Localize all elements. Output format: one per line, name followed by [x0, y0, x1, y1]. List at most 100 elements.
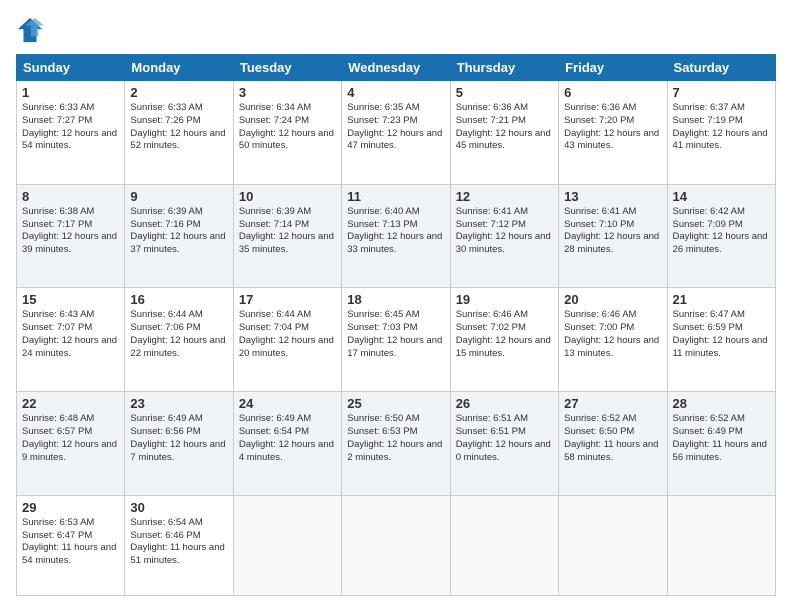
page: SundayMondayTuesdayWednesdayThursdayFrid… — [0, 0, 792, 612]
day-number: 16 — [130, 292, 227, 307]
cell-info: Sunrise: 6:34 AMSunset: 7:24 PMDaylight:… — [239, 102, 334, 151]
cell-info: Sunrise: 6:44 AMSunset: 7:04 PMDaylight:… — [239, 309, 334, 358]
weekday-header: Saturday — [667, 55, 775, 81]
calendar-cell: 3 Sunrise: 6:34 AMSunset: 7:24 PMDayligh… — [233, 81, 341, 185]
cell-info: Sunrise: 6:43 AMSunset: 7:07 PMDaylight:… — [22, 309, 117, 358]
day-number: 27 — [564, 396, 661, 411]
calendar-table: SundayMondayTuesdayWednesdayThursdayFrid… — [16, 54, 776, 596]
calendar-cell: 25 Sunrise: 6:50 AMSunset: 6:53 PMDaylig… — [342, 392, 450, 496]
calendar-cell — [450, 495, 558, 595]
cell-info: Sunrise: 6:33 AMSunset: 7:27 PMDaylight:… — [22, 102, 117, 151]
calendar-week-row: 1 Sunrise: 6:33 AMSunset: 7:27 PMDayligh… — [17, 81, 776, 185]
day-number: 1 — [22, 85, 119, 100]
calendar-cell: 11 Sunrise: 6:40 AMSunset: 7:13 PMDaylig… — [342, 184, 450, 288]
calendar-cell: 23 Sunrise: 6:49 AMSunset: 6:56 PMDaylig… — [125, 392, 233, 496]
cell-info: Sunrise: 6:39 AMSunset: 7:14 PMDaylight:… — [239, 206, 334, 255]
calendar-cell: 19 Sunrise: 6:46 AMSunset: 7:02 PMDaylig… — [450, 288, 558, 392]
cell-info: Sunrise: 6:49 AMSunset: 6:56 PMDaylight:… — [130, 413, 225, 462]
cell-info: Sunrise: 6:47 AMSunset: 6:59 PMDaylight:… — [673, 309, 768, 358]
calendar-cell: 7 Sunrise: 6:37 AMSunset: 7:19 PMDayligh… — [667, 81, 775, 185]
day-number: 11 — [347, 189, 444, 204]
cell-info: Sunrise: 6:35 AMSunset: 7:23 PMDaylight:… — [347, 102, 442, 151]
calendar-cell — [667, 495, 775, 595]
calendar-cell — [342, 495, 450, 595]
calendar-cell: 2 Sunrise: 6:33 AMSunset: 7:26 PMDayligh… — [125, 81, 233, 185]
weekday-header: Tuesday — [233, 55, 341, 81]
calendar-cell: 26 Sunrise: 6:51 AMSunset: 6:51 PMDaylig… — [450, 392, 558, 496]
cell-info: Sunrise: 6:36 AMSunset: 7:21 PMDaylight:… — [456, 102, 551, 151]
day-number: 24 — [239, 396, 336, 411]
cell-info: Sunrise: 6:39 AMSunset: 7:16 PMDaylight:… — [130, 206, 225, 255]
day-number: 10 — [239, 189, 336, 204]
calendar-week-row: 8 Sunrise: 6:38 AMSunset: 7:17 PMDayligh… — [17, 184, 776, 288]
weekday-header: Thursday — [450, 55, 558, 81]
day-number: 4 — [347, 85, 444, 100]
day-number: 29 — [22, 500, 119, 515]
weekday-header: Sunday — [17, 55, 125, 81]
cell-info: Sunrise: 6:49 AMSunset: 6:54 PMDaylight:… — [239, 413, 334, 462]
cell-info: Sunrise: 6:52 AMSunset: 6:49 PMDaylight:… — [673, 413, 767, 462]
day-number: 9 — [130, 189, 227, 204]
calendar-cell: 24 Sunrise: 6:49 AMSunset: 6:54 PMDaylig… — [233, 392, 341, 496]
calendar-cell: 8 Sunrise: 6:38 AMSunset: 7:17 PMDayligh… — [17, 184, 125, 288]
calendar-week-row: 29 Sunrise: 6:53 AMSunset: 6:47 PMDaylig… — [17, 495, 776, 595]
calendar-cell — [233, 495, 341, 595]
cell-info: Sunrise: 6:41 AMSunset: 7:12 PMDaylight:… — [456, 206, 551, 255]
calendar-cell: 21 Sunrise: 6:47 AMSunset: 6:59 PMDaylig… — [667, 288, 775, 392]
day-number: 13 — [564, 189, 661, 204]
day-number: 28 — [673, 396, 770, 411]
cell-info: Sunrise: 6:46 AMSunset: 7:02 PMDaylight:… — [456, 309, 551, 358]
calendar-cell — [559, 495, 667, 595]
cell-info: Sunrise: 6:46 AMSunset: 7:00 PMDaylight:… — [564, 309, 659, 358]
day-number: 7 — [673, 85, 770, 100]
day-number: 22 — [22, 396, 119, 411]
calendar-cell: 5 Sunrise: 6:36 AMSunset: 7:21 PMDayligh… — [450, 81, 558, 185]
day-number: 18 — [347, 292, 444, 307]
cell-info: Sunrise: 6:38 AMSunset: 7:17 PMDaylight:… — [22, 206, 117, 255]
cell-info: Sunrise: 6:50 AMSunset: 6:53 PMDaylight:… — [347, 413, 442, 462]
calendar-cell: 30 Sunrise: 6:54 AMSunset: 6:46 PMDaylig… — [125, 495, 233, 595]
day-number: 17 — [239, 292, 336, 307]
cell-info: Sunrise: 6:36 AMSunset: 7:20 PMDaylight:… — [564, 102, 659, 151]
day-number: 15 — [22, 292, 119, 307]
calendar-cell: 27 Sunrise: 6:52 AMSunset: 6:50 PMDaylig… — [559, 392, 667, 496]
logo — [16, 16, 48, 44]
calendar-cell: 1 Sunrise: 6:33 AMSunset: 7:27 PMDayligh… — [17, 81, 125, 185]
cell-info: Sunrise: 6:48 AMSunset: 6:57 PMDaylight:… — [22, 413, 117, 462]
day-number: 23 — [130, 396, 227, 411]
header — [16, 16, 776, 44]
calendar-cell: 17 Sunrise: 6:44 AMSunset: 7:04 PMDaylig… — [233, 288, 341, 392]
cell-info: Sunrise: 6:52 AMSunset: 6:50 PMDaylight:… — [564, 413, 658, 462]
cell-info: Sunrise: 6:54 AMSunset: 6:46 PMDaylight:… — [130, 517, 224, 566]
calendar-cell: 29 Sunrise: 6:53 AMSunset: 6:47 PMDaylig… — [17, 495, 125, 595]
day-number: 5 — [456, 85, 553, 100]
calendar-cell: 18 Sunrise: 6:45 AMSunset: 7:03 PMDaylig… — [342, 288, 450, 392]
day-number: 20 — [564, 292, 661, 307]
cell-info: Sunrise: 6:33 AMSunset: 7:26 PMDaylight:… — [130, 102, 225, 151]
calendar-cell: 13 Sunrise: 6:41 AMSunset: 7:10 PMDaylig… — [559, 184, 667, 288]
calendar-cell: 4 Sunrise: 6:35 AMSunset: 7:23 PMDayligh… — [342, 81, 450, 185]
cell-info: Sunrise: 6:51 AMSunset: 6:51 PMDaylight:… — [456, 413, 551, 462]
day-number: 12 — [456, 189, 553, 204]
day-number: 25 — [347, 396, 444, 411]
calendar-cell: 15 Sunrise: 6:43 AMSunset: 7:07 PMDaylig… — [17, 288, 125, 392]
day-number: 8 — [22, 189, 119, 204]
cell-info: Sunrise: 6:42 AMSunset: 7:09 PMDaylight:… — [673, 206, 768, 255]
calendar-week-row: 15 Sunrise: 6:43 AMSunset: 7:07 PMDaylig… — [17, 288, 776, 392]
day-number: 21 — [673, 292, 770, 307]
day-number: 26 — [456, 396, 553, 411]
calendar-cell: 20 Sunrise: 6:46 AMSunset: 7:00 PMDaylig… — [559, 288, 667, 392]
day-number: 6 — [564, 85, 661, 100]
calendar-cell: 6 Sunrise: 6:36 AMSunset: 7:20 PMDayligh… — [559, 81, 667, 185]
cell-info: Sunrise: 6:37 AMSunset: 7:19 PMDaylight:… — [673, 102, 768, 151]
weekday-header: Monday — [125, 55, 233, 81]
cell-info: Sunrise: 6:45 AMSunset: 7:03 PMDaylight:… — [347, 309, 442, 358]
day-number: 3 — [239, 85, 336, 100]
cell-info: Sunrise: 6:44 AMSunset: 7:06 PMDaylight:… — [130, 309, 225, 358]
calendar-cell: 10 Sunrise: 6:39 AMSunset: 7:14 PMDaylig… — [233, 184, 341, 288]
calendar-cell: 16 Sunrise: 6:44 AMSunset: 7:06 PMDaylig… — [125, 288, 233, 392]
weekday-header: Wednesday — [342, 55, 450, 81]
day-number: 19 — [456, 292, 553, 307]
day-number: 2 — [130, 85, 227, 100]
cell-info: Sunrise: 6:41 AMSunset: 7:10 PMDaylight:… — [564, 206, 659, 255]
